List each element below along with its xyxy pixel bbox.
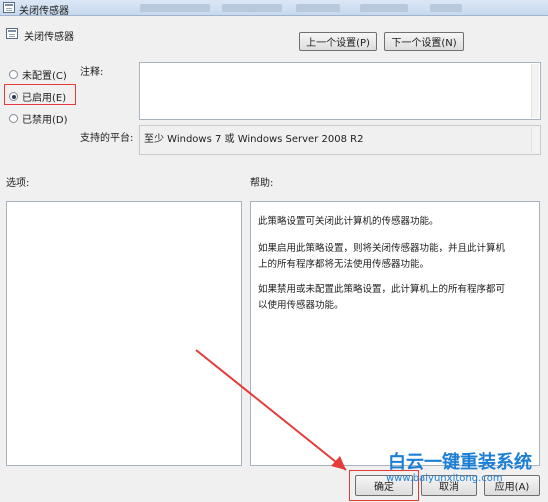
watermark-title: 白云一键重装系统 [388, 452, 532, 473]
annotation-arrow [195, 349, 347, 471]
arrow-head [331, 456, 346, 470]
arrow-shaft [195, 349, 347, 471]
watermark-url: www.baiyunxitong.com [386, 473, 503, 484]
